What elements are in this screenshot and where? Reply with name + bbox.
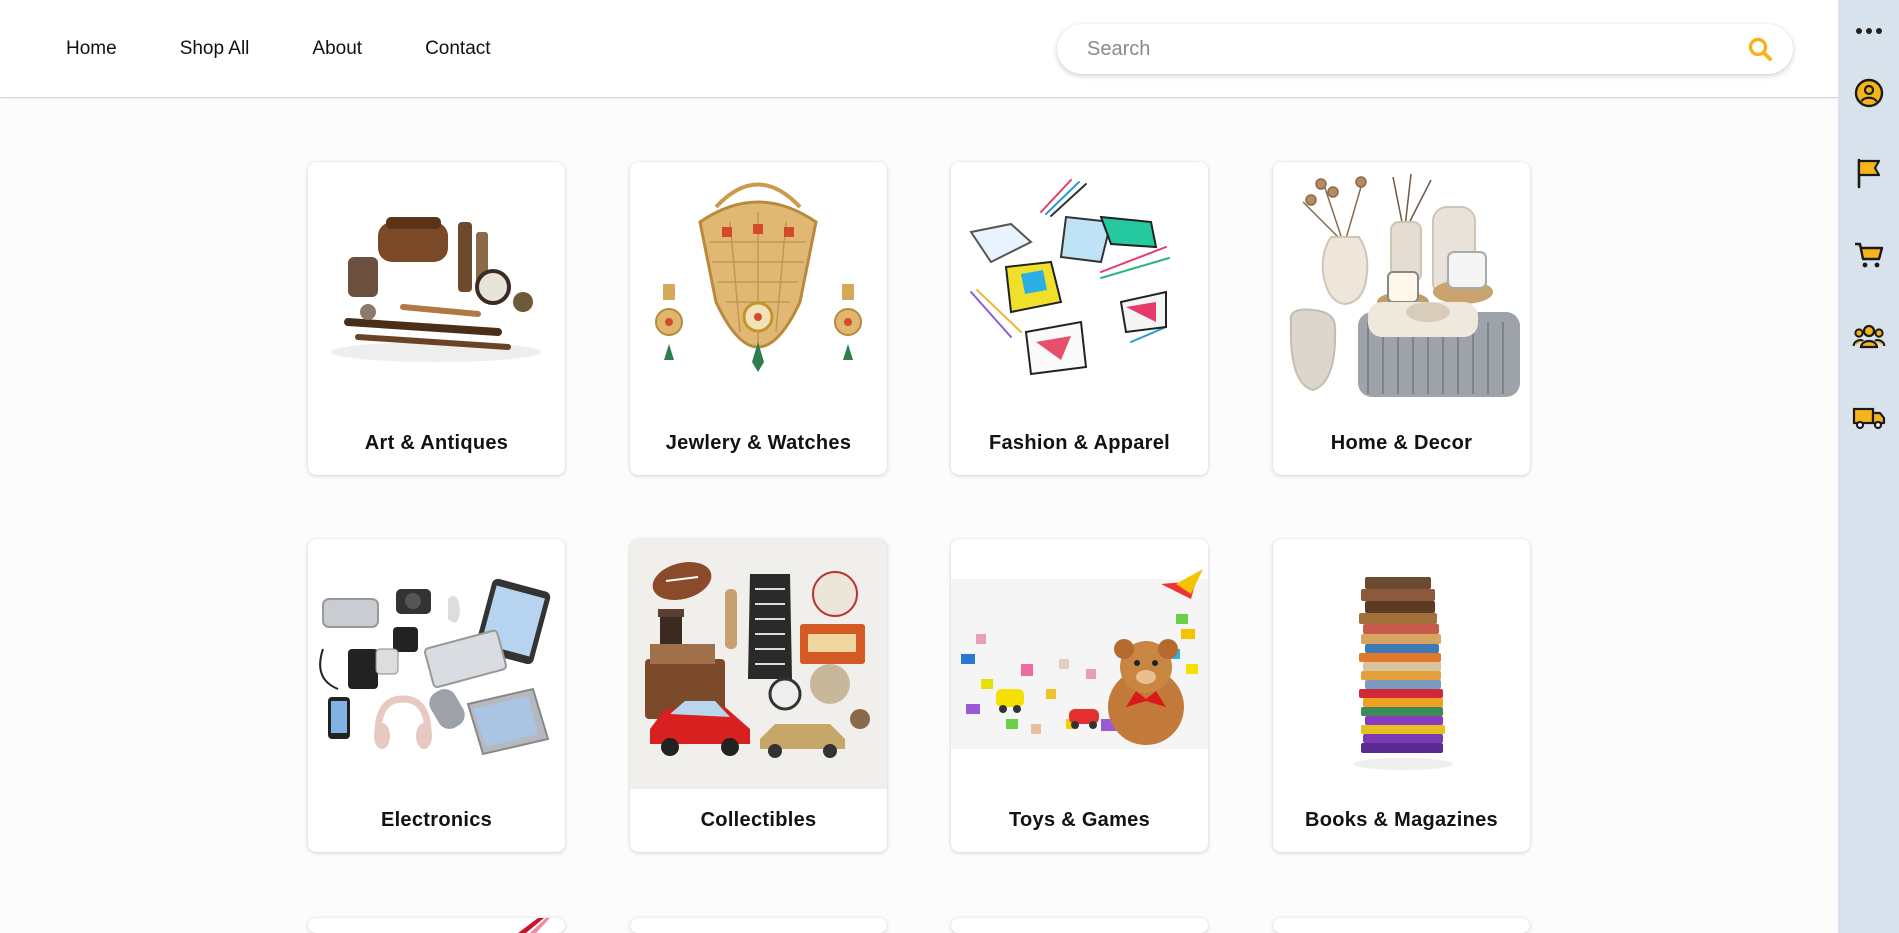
more-dots-icon[interactable]	[1838, 11, 1899, 51]
nav-about-link[interactable]: About	[312, 38, 362, 60]
category-label: Home & Decor	[1330, 432, 1473, 454]
category-label: Collectibles	[700, 809, 817, 831]
category-card-home-decor[interactable]: Home & Decor	[1273, 162, 1530, 475]
category-card-partial[interactable]	[630, 918, 887, 933]
flag-icon[interactable]	[1838, 153, 1899, 193]
category-card-toys-games[interactable]: Toys & Games	[951, 539, 1208, 852]
category-card-art-antiques[interactable]: Art & Antiques	[308, 162, 565, 475]
category-card-electronics[interactable]: Electronics	[308, 539, 565, 852]
category-card-fashion-apparel[interactable]: Fashion & Apparel	[951, 162, 1208, 475]
sneakers-image	[951, 162, 1208, 412]
category-label: Electronics	[380, 809, 493, 831]
shopping-cart-icon[interactable]	[1838, 235, 1899, 275]
category-card-partial[interactable]	[951, 918, 1208, 933]
category-image-partial	[518, 918, 550, 933]
nav-contact-link[interactable]: Contact	[425, 38, 490, 60]
search-bar	[1057, 24, 1793, 74]
category-label: Books & Magazines	[1305, 809, 1498, 831]
category-label: Jewlery & Watches	[665, 432, 852, 454]
category-label: Art & Antiques	[364, 432, 509, 454]
teddy-blocks-image	[951, 539, 1208, 789]
community-group-icon[interactable]	[1838, 316, 1899, 356]
nav-shop-all-link[interactable]: Shop All	[180, 38, 250, 60]
book-stack-image	[1273, 539, 1530, 789]
category-card-jewelry-watches[interactable]: Jewlery & Watches	[630, 162, 887, 475]
search-input[interactable]	[1087, 37, 1745, 61]
category-card-partial[interactable]	[1273, 918, 1530, 933]
page: Home Shop All About Contact Search Art &…	[0, 0, 1899, 933]
main-nav: Home Shop All About Contact	[66, 0, 554, 98]
category-card-partial[interactable]	[308, 918, 565, 933]
search-icon[interactable]	[1745, 34, 1775, 64]
delivery-truck-icon[interactable]	[1838, 398, 1899, 438]
gadgets-image	[308, 539, 565, 789]
vases-blanket-image	[1273, 162, 1530, 412]
category-label: Toys & Games	[1008, 809, 1151, 831]
top-header: Home Shop All About Contact	[0, 0, 1838, 98]
category-card-collectibles[interactable]: Collectibles	[630, 539, 887, 852]
user-account-icon[interactable]	[1838, 73, 1899, 113]
antique-tools-image	[308, 162, 565, 412]
category-card-books-magazines[interactable]: Books & Magazines	[1273, 539, 1530, 852]
category-label: Fashion & Apparel	[988, 432, 1171, 454]
right-sidebar	[1838, 0, 1899, 933]
nav-home-link[interactable]: Home	[66, 38, 117, 60]
vintage-collectibles-image	[630, 539, 887, 789]
gold-necklace-image	[630, 162, 887, 412]
